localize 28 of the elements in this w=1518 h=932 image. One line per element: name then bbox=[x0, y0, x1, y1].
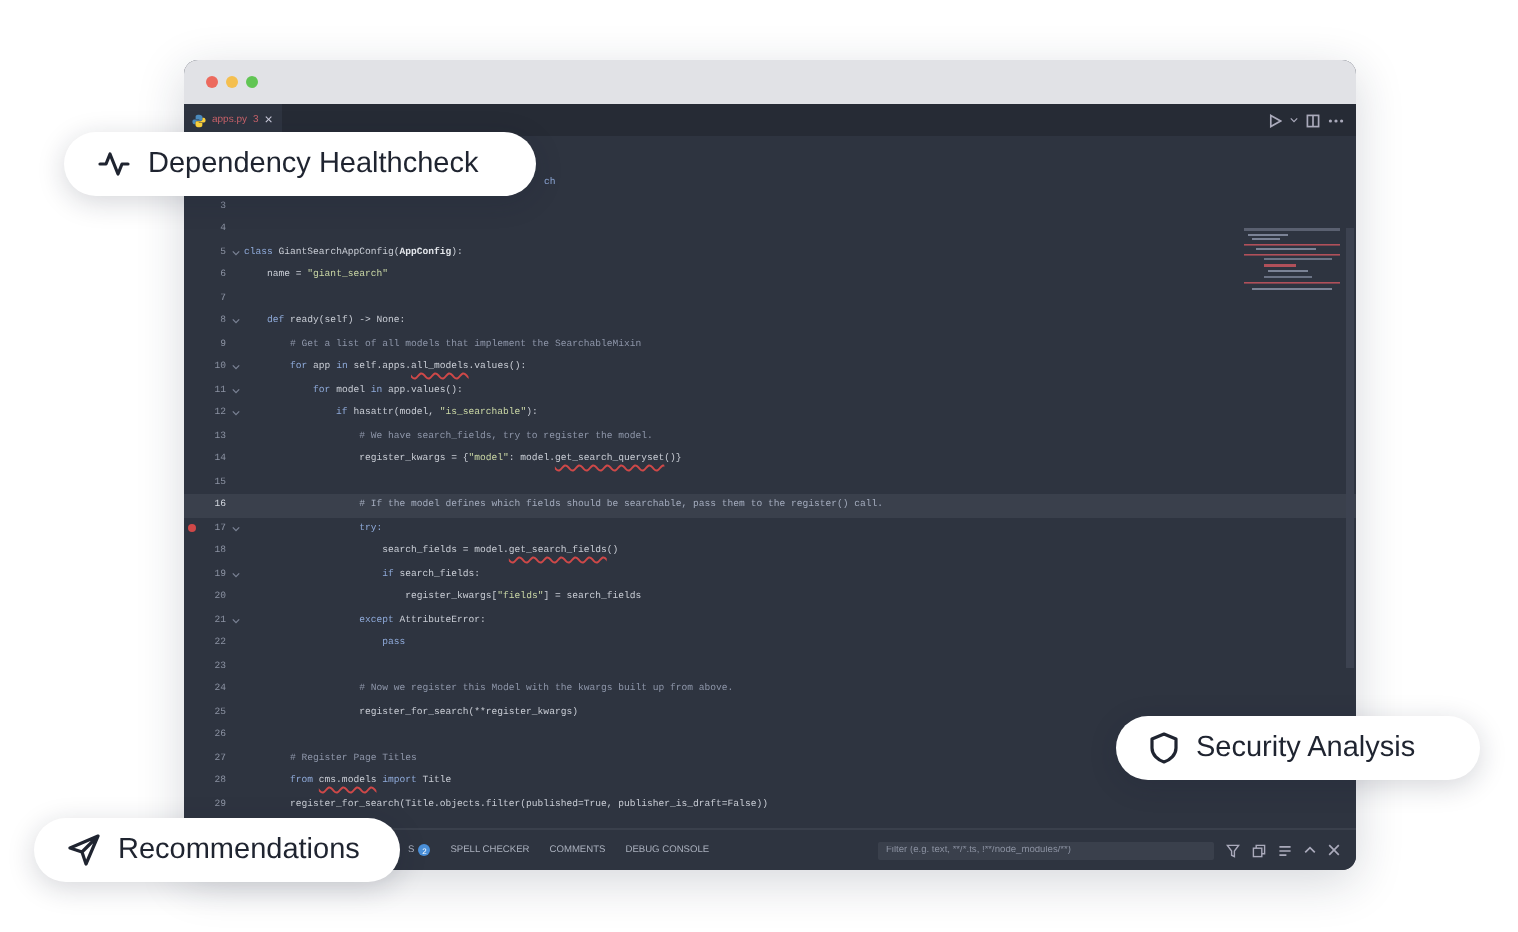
callout-label: Security Analysis bbox=[1196, 732, 1416, 764]
scrollbar[interactable] bbox=[1346, 228, 1354, 668]
fold-chevron-icon[interactable] bbox=[231, 617, 239, 624]
list-icon[interactable] bbox=[1278, 843, 1292, 857]
pulse-icon bbox=[98, 150, 130, 178]
fold-chevron-icon[interactable] bbox=[231, 571, 239, 578]
split-editor-icon[interactable] bbox=[1306, 113, 1320, 127]
close-window-icon[interactable] bbox=[206, 76, 218, 88]
callout-label: Dependency Healthcheck bbox=[148, 148, 479, 180]
run-icon[interactable] bbox=[1268, 113, 1282, 127]
chevron-up-icon[interactable] bbox=[1304, 846, 1316, 854]
more-icon[interactable] bbox=[1328, 117, 1344, 123]
fold-chevron-icon[interactable] bbox=[231, 364, 239, 371]
filter-icon[interactable] bbox=[1226, 843, 1240, 857]
send-icon bbox=[68, 834, 100, 866]
close-icon[interactable] bbox=[1328, 844, 1340, 856]
chevron-down-icon[interactable] bbox=[1290, 116, 1298, 124]
fold-chevron-icon[interactable] bbox=[231, 525, 239, 532]
fold-chevron-icon[interactable] bbox=[231, 318, 239, 325]
copy-icon[interactable] bbox=[1252, 843, 1266, 857]
maximize-window-icon[interactable] bbox=[246, 76, 258, 88]
fold-chevron-icon[interactable] bbox=[231, 410, 239, 417]
breakpoint-icon[interactable] bbox=[188, 524, 196, 533]
shield-icon bbox=[1150, 732, 1178, 764]
callout-label: Recommendations bbox=[118, 834, 360, 866]
fold-chevron-icon[interactable] bbox=[231, 387, 239, 394]
python-icon bbox=[192, 113, 206, 127]
fold-chevron-icon[interactable] bbox=[231, 249, 239, 256]
